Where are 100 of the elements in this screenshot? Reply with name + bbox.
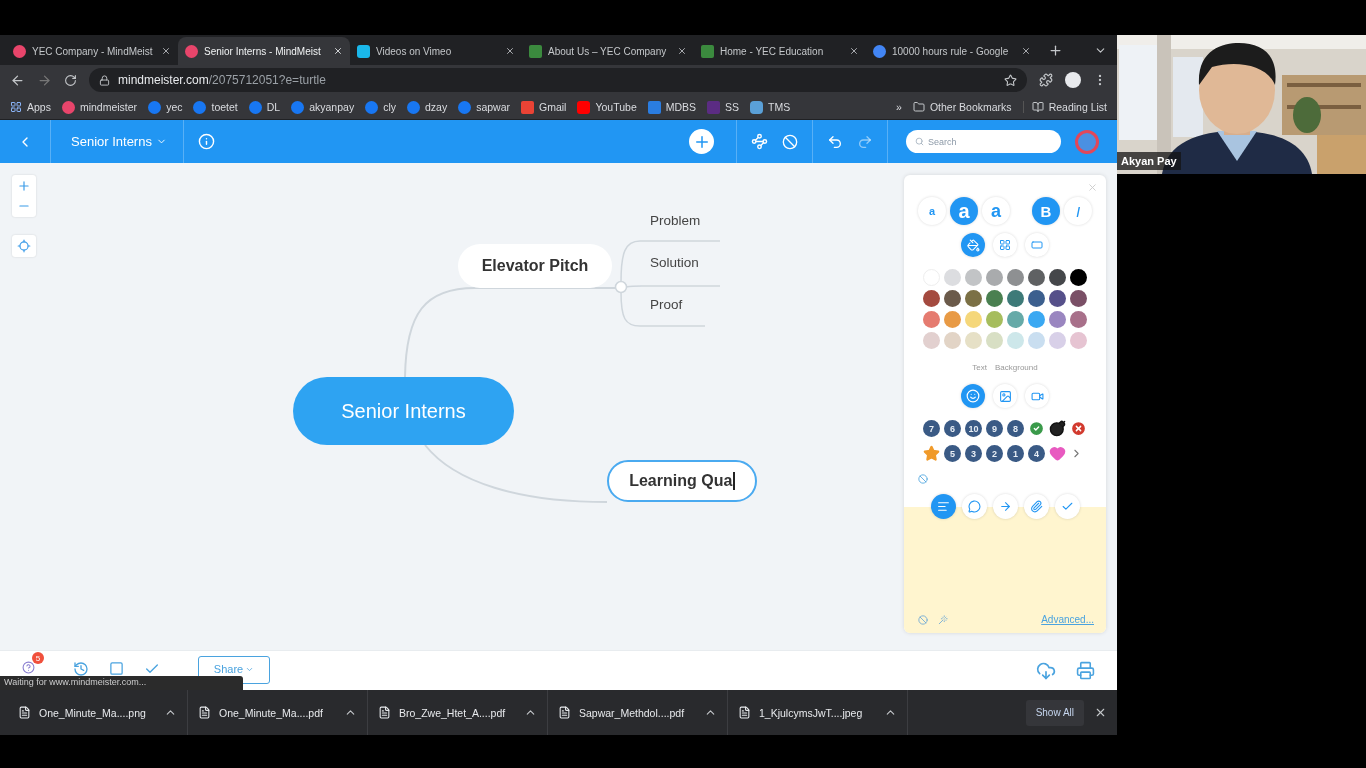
color-swatch[interactable] xyxy=(965,332,982,349)
bookmark-link[interactable]: mindmeister xyxy=(79,101,138,113)
color-swatch[interactable] xyxy=(965,269,982,286)
video-tab[interactable] xyxy=(1025,384,1049,408)
download-item[interactable]: 1_KjulcymsJwT....jpeg xyxy=(759,706,876,719)
topic-node[interactable]: Learning Qua xyxy=(607,460,757,502)
color-swatch[interactable] xyxy=(1049,269,1066,286)
download-item[interactable]: One_Minute_Ma....png xyxy=(39,706,156,719)
connect-icon[interactable] xyxy=(751,133,768,150)
color-swatch[interactable] xyxy=(1049,290,1066,307)
close-icon[interactable] xyxy=(1094,706,1107,719)
layout-tab[interactable] xyxy=(993,233,1017,257)
color-swatch[interactable] xyxy=(1049,311,1066,328)
color-swatch[interactable] xyxy=(1070,269,1087,286)
undo-icon[interactable] xyxy=(827,133,843,150)
bookmark-link[interactable]: Apps xyxy=(27,101,51,113)
number-icon[interactable]: 10 xyxy=(965,420,982,437)
extensions-icon[interactable] xyxy=(1039,73,1053,87)
info-icon[interactable] xyxy=(198,133,215,150)
address-field[interactable]: mindmeister.com/2075712051?e=turtle xyxy=(89,68,1027,92)
color-swatch[interactable] xyxy=(965,311,982,328)
print-icon[interactable] xyxy=(1076,661,1095,680)
shape-tab[interactable] xyxy=(1025,233,1049,257)
image-tab[interactable] xyxy=(993,384,1017,408)
color-swatch[interactable] xyxy=(1070,311,1087,328)
color-swatch[interactable] xyxy=(944,311,961,328)
close-icon[interactable] xyxy=(1021,46,1031,56)
color-swatch[interactable] xyxy=(986,311,1003,328)
color-swatch[interactable] xyxy=(1070,332,1087,349)
bookmark-link[interactable]: DL xyxy=(266,101,281,113)
browser-tab[interactable]: Videos on Vimeo xyxy=(350,37,522,65)
color-swatch[interactable] xyxy=(1028,290,1045,307)
bookmarks-overflow[interactable]: » xyxy=(896,101,902,113)
forward-icon[interactable] xyxy=(37,72,52,88)
profile-icon[interactable] xyxy=(1065,72,1081,88)
bookmark-link[interactable]: SS xyxy=(725,101,740,113)
number-icon[interactable]: 7 xyxy=(923,420,940,437)
bookmark-link[interactable]: Gmail xyxy=(539,101,567,113)
color-swatch[interactable] xyxy=(1049,332,1066,349)
bookmark-link[interactable]: akyanpay xyxy=(309,101,355,113)
history-icon[interactable] xyxy=(73,661,89,677)
reading-list-link[interactable]: Reading List xyxy=(1048,101,1107,113)
bookmark-link[interactable]: toetet xyxy=(211,101,238,113)
bookmark-link[interactable]: yec xyxy=(166,101,183,113)
color-swatch[interactable] xyxy=(944,332,961,349)
cross-icon[interactable] xyxy=(1070,420,1087,437)
bookmark-link[interactable]: TMS xyxy=(768,101,791,113)
no-entry-icon[interactable] xyxy=(782,133,798,150)
square-icon[interactable] xyxy=(109,661,124,676)
color-swatch[interactable] xyxy=(944,269,961,286)
add-topic-button[interactable] xyxy=(689,129,714,154)
other-bookmarks-link[interactable]: Other Bookmarks xyxy=(929,101,1012,113)
number-icon[interactable]: 3 xyxy=(965,445,982,462)
download-icon[interactable] xyxy=(1036,661,1056,681)
color-swatch[interactable] xyxy=(923,332,940,349)
color-swatch[interactable] xyxy=(1007,311,1024,328)
show-all-button[interactable]: Show All xyxy=(1025,699,1084,726)
browser-tab[interactable]: YEC Company - MindMeist xyxy=(6,37,178,65)
icon-tab[interactable] xyxy=(961,384,985,408)
search-field[interactable]: Search xyxy=(906,130,1061,153)
browser-tab[interactable]: Home - YEC Education xyxy=(694,37,866,65)
attachment-tab[interactable] xyxy=(1023,494,1049,519)
heart-icon[interactable] xyxy=(1049,445,1066,462)
bookmark-star-icon[interactable] xyxy=(1004,73,1017,87)
close-icon[interactable] xyxy=(333,46,343,56)
browser-tab[interactable]: 10000 hours rule - Google xyxy=(866,37,1038,65)
close-icon[interactable] xyxy=(505,46,515,56)
color-swatch[interactable] xyxy=(1007,290,1024,307)
new-tab-icon[interactable] xyxy=(1048,43,1063,58)
back-icon[interactable] xyxy=(10,72,25,88)
bookmark-link[interactable]: sapwar xyxy=(476,101,511,113)
center-icon[interactable] xyxy=(17,239,31,253)
color-swatch[interactable] xyxy=(1070,290,1087,307)
comment-tab[interactable] xyxy=(961,494,987,519)
number-icon[interactable]: 4 xyxy=(1028,445,1045,462)
color-swatch[interactable] xyxy=(1007,269,1024,286)
close-icon[interactable] xyxy=(849,46,859,56)
help-icon[interactable] xyxy=(22,661,35,674)
download-item[interactable]: Bro_Zwe_Htet_A....pdf xyxy=(399,706,516,719)
number-icon[interactable]: 8 xyxy=(1007,420,1024,437)
color-swatch[interactable] xyxy=(986,290,1003,307)
bookmark-link[interactable]: MDBS xyxy=(665,101,697,113)
color-swatch[interactable] xyxy=(986,332,1003,349)
note-tab[interactable] xyxy=(930,494,956,519)
wand-icon[interactable] xyxy=(938,614,948,625)
color-swatch[interactable] xyxy=(1007,332,1024,349)
color-swatch[interactable] xyxy=(944,290,961,307)
clear-icon[interactable] xyxy=(918,614,928,625)
bomb-icon[interactable] xyxy=(1049,420,1066,437)
branch-handle[interactable] xyxy=(614,280,628,294)
number-icon[interactable]: 9 xyxy=(986,420,1003,437)
number-icon[interactable]: 5 xyxy=(944,445,961,462)
number-icon[interactable]: 2 xyxy=(986,445,1003,462)
color-swatch[interactable] xyxy=(1028,269,1045,286)
color-swatch[interactable] xyxy=(923,290,940,307)
browser-tab[interactable]: Senior Interns - MindMeist xyxy=(178,37,350,65)
reload-icon[interactable] xyxy=(64,73,77,87)
topic-node[interactable]: Elevator Pitch xyxy=(458,244,612,288)
color-swatch[interactable] xyxy=(986,269,1003,286)
close-icon[interactable] xyxy=(161,46,171,56)
